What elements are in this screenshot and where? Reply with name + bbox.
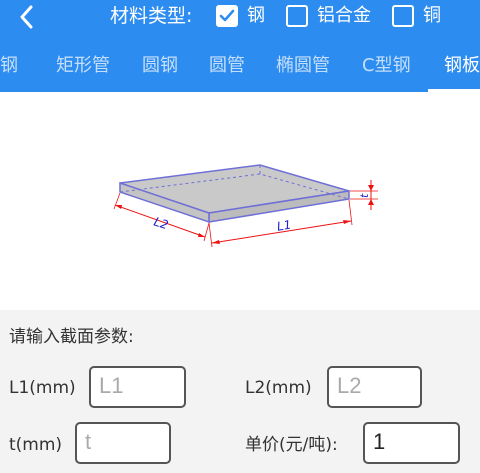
- tab-oval-tube[interactable]: 椭圆管: [276, 46, 330, 92]
- section-diagram: L2 L1 t: [0, 92, 480, 310]
- material-type-bar: 材料类型: 钢 铝合金 铜: [0, 0, 480, 36]
- unit-price-input[interactable]: 1: [363, 422, 460, 464]
- profile-tabs: 角钢 矩形管 圆钢 圆管 椭圆管 C型钢 钢板: [0, 46, 480, 92]
- checkbox-copper[interactable]: 铜: [392, 3, 441, 29]
- form-title: 请输入截面参数:: [9, 327, 134, 347]
- material-type-label: 材料类型:: [110, 5, 193, 27]
- tab-steel-plate[interactable]: 钢板: [444, 46, 480, 92]
- field-label-unit-price: 单价(元/吨):: [245, 435, 338, 455]
- tab-round-tube[interactable]: 圆管: [209, 46, 245, 92]
- l1-input[interactable]: L1: [89, 366, 186, 408]
- tab-angle-steel[interactable]: 角钢: [0, 46, 18, 92]
- steel-plate-drawing: L2 L1 t: [113, 164, 378, 248]
- t-input[interactable]: t: [75, 422, 171, 464]
- field-label-l1: L1(mm): [9, 378, 76, 398]
- dim-l2-label: L2: [152, 214, 170, 232]
- plate-top-face: [119, 164, 350, 214]
- tab-c-channel[interactable]: C型钢: [362, 46, 411, 92]
- app-header: 材料类型: 钢 铝合金 铜 角钢 矩形管 圆钢 圆管 椭圆管 C型钢 钢板: [0, 0, 480, 92]
- back-button[interactable]: [14, 4, 40, 30]
- chevron-left-icon: [20, 5, 33, 29]
- field-label-t: t(mm): [9, 435, 63, 455]
- checkbox-label: 钢: [247, 5, 265, 26]
- checkbox-aluminum[interactable]: 铝合金: [286, 3, 371, 29]
- checkbox-unchecked-icon: [286, 5, 308, 27]
- checkbox-label: 铝合金: [317, 5, 371, 26]
- l2-input[interactable]: L2: [327, 366, 422, 408]
- checkbox-steel[interactable]: 钢: [216, 3, 265, 29]
- field-label-l2: L2(mm): [245, 378, 312, 398]
- dim-t-label: t: [358, 193, 371, 198]
- tab-rectangular-tube[interactable]: 矩形管: [56, 46, 110, 92]
- checkbox-unchecked-icon: [392, 5, 414, 27]
- checkbox-checked-icon: [216, 5, 238, 27]
- checkbox-label: 铜: [423, 5, 441, 26]
- dim-l1-label: L1: [276, 218, 292, 234]
- tab-round-steel[interactable]: 圆钢: [142, 46, 178, 92]
- parameter-form: 请输入截面参数: L1(mm) L1 L2(mm) L2 t(mm) t 单价(…: [0, 310, 480, 473]
